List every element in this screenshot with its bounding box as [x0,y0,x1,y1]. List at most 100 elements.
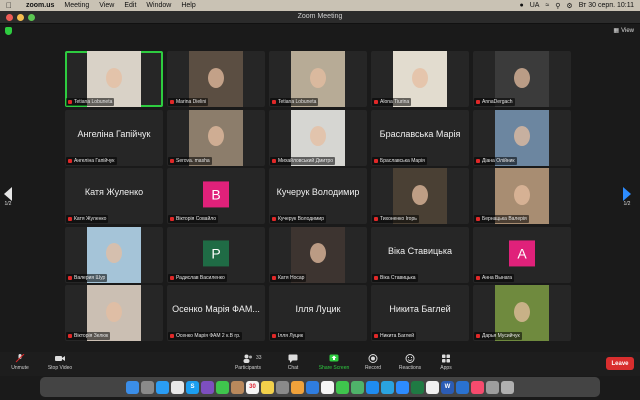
window-titlebar: Zoom Meeting [0,11,640,24]
mic-muted-icon [272,334,276,338]
pages-icon[interactable] [291,380,304,394]
participant-tile[interactable]: Никита Баглей Никита Баглей [371,285,469,341]
menu-meeting[interactable]: Meeting [64,2,89,9]
menu-view[interactable]: View [99,2,114,9]
participant-display-name: Никита Баглей [389,304,451,314]
participant-tile[interactable]: Михайловський Дмитро [269,109,367,166]
participant-tile[interactable]: Браславська Марія Браславська Марія [371,109,469,166]
control-center-icon[interactable]: ⚙ [566,2,572,10]
notes-icon[interactable] [261,380,274,394]
search-icon[interactable]: ⚲ [555,2,560,10]
view-button[interactable]: ▦ View [613,27,634,35]
share-screen-button[interactable]: Share Screen [314,354,354,371]
participant-tile[interactable]: Катя Носар [269,226,367,283]
mic-muted-icon [374,275,378,280]
apple-icon[interactable]:  [6,1,16,10]
facetime-icon[interactable] [336,380,349,394]
participants-button[interactable]: Participants [228,354,268,371]
apps-button[interactable]: Apps [426,354,466,371]
participant-tile[interactable]: Tetiana Lobuneta [269,51,367,107]
participant-tile[interactable]: Ангеліна Гапійчук Ангеліна Гапійчук [65,109,163,166]
skype-icon[interactable]: S [186,380,199,394]
participant-tile[interactable]: Віка Ставицька Віка Ставицька [371,226,469,283]
mic-muted-icon [374,158,378,163]
participant-display-name: Ілля Луцик [295,304,341,314]
safari-icon[interactable] [156,380,169,394]
language-flag[interactable]: UA [530,2,540,9]
wifi-icon[interactable]: ≈ [545,2,549,9]
stop-video-button[interactable]: Stop Video [40,354,80,371]
chat-button[interactable]: Chat [273,354,313,371]
appstore-icon[interactable] [366,380,379,394]
participant-tile[interactable]: AnnaDergach [473,51,571,107]
participant-tile[interactable]: В Вікторія Совайло [167,168,265,224]
outlook-icon[interactable] [456,380,469,394]
participant-tile[interactable]: Tetiana Lobuneta [65,51,163,107]
clock[interactable]: Вт 30 серп. 10:11 [579,2,634,9]
menu-edit[interactable]: Edit [124,2,136,9]
participant-tile[interactable]: Кучерук Володимир Кучерук Володимир [269,168,367,224]
participant-tile[interactable]: Дарья Мусийчук [473,285,571,341]
word-icon[interactable]: W [441,380,454,394]
excel-icon[interactable] [411,380,424,394]
participant-name: Браславська Марія [380,157,425,164]
menu-help[interactable]: Help [181,2,195,9]
itunes-icon[interactable] [471,380,484,394]
participant-name: Никита Баглей [380,333,415,339]
participant-tile[interactable]: Serova. masha [167,109,265,166]
preview-icon[interactable] [486,380,499,394]
participant-name: Анна Вынага [482,274,512,281]
leave-button[interactable]: Leave [606,357,634,370]
participant-avatar: В [203,181,229,208]
participant-name-label: Вікторія Совайло [168,215,219,223]
participant-tile[interactable]: Тихоненко Ігорь [371,168,469,224]
participant-face [310,67,326,88]
mic-muted-icon [476,334,480,338]
participant-tile[interactable]: Alona Tiurina [371,51,469,107]
mic-muted-icon [374,100,378,104]
encryption-shield-icon[interactable] [5,27,12,35]
participant-face [208,67,224,88]
chrome-icon[interactable] [171,380,184,394]
participant-tile[interactable]: Ілля Луцик Ілля Луцик [269,285,367,341]
participant-tile[interactable]: Marina Dielini [167,51,265,107]
mic-muted-icon [170,334,174,338]
participant-tile[interactable]: А Анна Вынага [473,226,571,283]
maps-icon[interactable] [351,380,364,394]
menu-app[interactable]: zoom.us [26,2,54,9]
participant-tile[interactable]: Діана Олійник [473,109,571,166]
next-page-button[interactable]: 1/2 [620,178,634,216]
photos-icon[interactable] [321,380,334,394]
telegram-icon[interactable] [381,380,394,394]
participant-name-label: Михайловський Дмитро [270,156,336,165]
menu-window[interactable]: Window [146,2,171,9]
mic-muted-icon [15,354,25,363]
participant-tile[interactable]: Осенко Марія ФАМ... Осенко Марія ФАМ 2 к.… [167,285,265,341]
settings-icon[interactable] [276,380,289,394]
participant-name-label: Валерия Шур [66,273,108,282]
participant-name-label: Вікторія Зелюк [66,332,111,340]
participant-tile[interactable]: Бернацька Валерія [473,168,571,224]
zoom-icon[interactable] [396,380,409,394]
record-button[interactable]: Record [353,354,393,371]
keynote-icon[interactable] [306,380,319,394]
launchpad-icon[interactable] [141,380,154,394]
apps-icon [442,354,450,363]
participant-tile[interactable]: Катя Жуленко Катя Жуленко [65,168,163,224]
viber-icon[interactable] [201,380,214,394]
zoom-status-icon[interactable]: ● [519,2,523,9]
unmute-button[interactable]: Unmute [0,354,40,371]
participant-tile[interactable]: Валерия Шур [65,226,163,283]
participant-tile[interactable]: Р Радислав Василенко [167,226,265,283]
trash-icon[interactable] [501,380,514,394]
arrow-left-icon [4,187,12,201]
finder-icon[interactable] [126,380,139,394]
music-icon[interactable] [426,380,439,394]
participant-avatar: А [509,239,535,266]
reactions-button[interactable]: Reactions [390,354,430,371]
contacts-icon[interactable] [231,380,244,394]
messages-icon[interactable] [216,380,229,394]
calendar-icon[interactable]: 30 [246,380,259,394]
prev-page-button[interactable]: 1/2 [1,178,15,216]
participant-tile[interactable]: Вікторія Зелюк [65,285,163,341]
